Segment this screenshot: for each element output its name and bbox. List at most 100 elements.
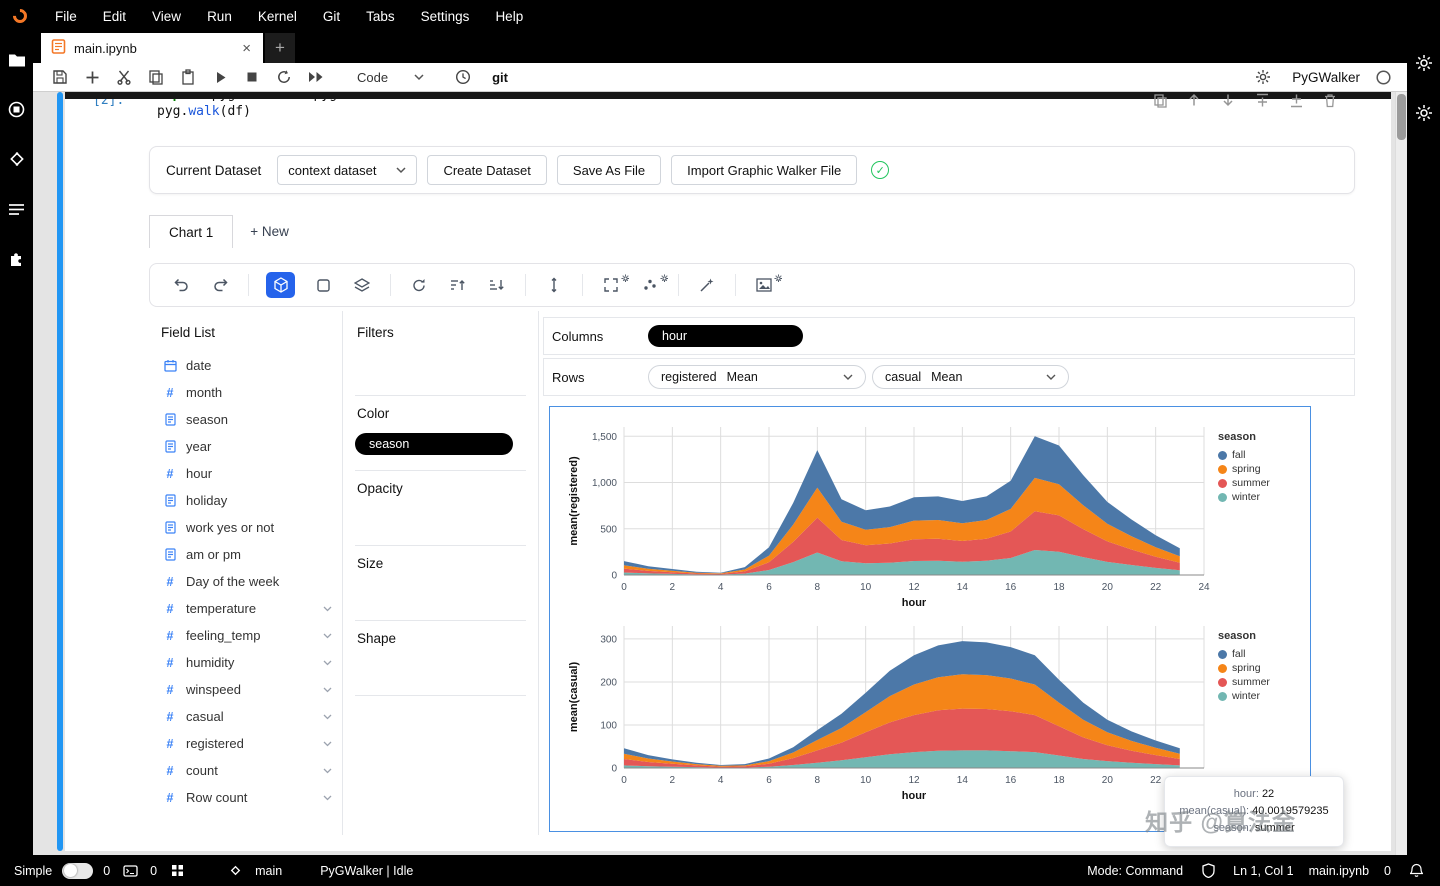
geom-mark-button[interactable] <box>266 272 295 298</box>
mode-indicator[interactable]: Mode: Command <box>1087 864 1183 878</box>
mean-casual-by-hour[interactable]: 0246810121416182022240100200300hourmean(… <box>566 618 1214 808</box>
rows-field-pill-casual[interactable]: casual Mean <box>872 365 1069 389</box>
dataset-select[interactable]: context dataset <box>277 155 418 185</box>
interrupt-kernel-button[interactable] <box>239 65 265 89</box>
menu-help[interactable]: Help <box>482 0 536 33</box>
refresh-button[interactable] <box>408 274 430 296</box>
mean-registered-by-hour[interactable]: 0 2 4 6 8 10 12 14 16 18 20 22 2405001,0001,500hourm… <box>566 419 1214 615</box>
field-date[interactable]: date <box>149 352 342 379</box>
cell-type-select[interactable]: Code <box>351 68 430 87</box>
redo-button[interactable] <box>209 274 231 296</box>
undo-button[interactable] <box>170 274 192 296</box>
field-feeling_temp[interactable]: # feeling_temp <box>149 622 342 649</box>
active-cell-indicator[interactable] <box>57 92 63 851</box>
sort-ascending-button[interactable] <box>447 274 469 296</box>
tab-chart-1[interactable]: Chart 1 <box>149 215 234 248</box>
new-tab-button[interactable]: + <box>265 33 295 63</box>
menu-file[interactable]: File <box>42 0 90 33</box>
table-of-contents-icon[interactable] <box>7 199 27 219</box>
history-clock-icon[interactable] <box>450 65 476 89</box>
field-temperature[interactable]: # temperature <box>149 595 342 622</box>
magic-wand-button[interactable] <box>696 274 718 296</box>
field-hour[interactable]: # hour <box>149 460 342 487</box>
chart-canvas[interactable]: 0 2 4 6 8 10 12 14 16 18 20 22 24 0 500 1,000 1,500 hour m… <box>549 406 1344 847</box>
field-humidity[interactable]: # humidity <box>149 649 342 676</box>
kernel-settings-icon[interactable] <box>1250 65 1276 89</box>
chevron-down-icon[interactable] <box>323 687 332 693</box>
trust-shield-icon[interactable] <box>1198 861 1218 881</box>
color-dropzone[interactable]: season <box>355 431 526 471</box>
rows-field-pill-registered[interactable]: registered Mean <box>648 365 866 389</box>
field-casual[interactable]: # casual <box>149 703 342 730</box>
field-year[interactable]: year <box>149 433 342 460</box>
branch-name[interactable]: main <box>255 864 282 878</box>
field-count[interactable]: # count <box>149 757 342 784</box>
field-winspeed[interactable]: # winspeed <box>149 676 342 703</box>
chevron-down-icon[interactable] <box>323 606 332 612</box>
move-cell-up-button[interactable] <box>1185 92 1203 109</box>
extensions-icon[interactable] <box>7 249 27 269</box>
property-inspector-icon[interactable] <box>1414 53 1434 73</box>
scrollbar-thumb[interactable] <box>1397 94 1406 140</box>
layers-button[interactable] <box>351 274 373 296</box>
create-dataset-button[interactable]: Create Dataset <box>427 155 547 185</box>
copy-cells-button[interactable] <box>143 65 169 89</box>
terminal-icon[interactable] <box>120 861 140 881</box>
menu-kernel[interactable]: Kernel <box>245 0 310 33</box>
columns-field-pill[interactable]: hour <box>648 325 803 347</box>
menu-tabs[interactable]: Tabs <box>353 0 408 33</box>
field-registered[interactable]: # registered <box>149 730 342 757</box>
import-graphic-walker-file-button[interactable]: Import Graphic Walker File <box>671 155 858 185</box>
restart-kernel-button[interactable] <box>271 65 297 89</box>
resize-setting-button[interactable] <box>600 274 629 296</box>
field-holiday[interactable]: holiday <box>149 487 342 514</box>
running-sessions-icon[interactable] <box>7 99 27 119</box>
export-image-button[interactable] <box>753 274 782 296</box>
insert-cell-above-button[interactable] <box>1253 92 1271 109</box>
filters-dropzone[interactable] <box>355 350 526 396</box>
run-cell-button[interactable] <box>207 65 233 89</box>
move-cell-down-button[interactable] <box>1219 92 1237 109</box>
chevron-down-icon[interactable] <box>323 660 332 666</box>
insert-cell-button[interactable] <box>79 65 105 89</box>
file-browser-icon[interactable] <box>7 49 27 69</box>
opacity-dropzone[interactable] <box>355 506 526 546</box>
git-toolbar-label[interactable]: git <box>492 70 508 85</box>
menu-edit[interactable]: Edit <box>90 0 139 33</box>
sort-descending-button[interactable] <box>486 274 508 296</box>
paste-cells-button[interactable] <box>175 65 201 89</box>
menu-git[interactable]: Git <box>310 0 353 33</box>
bell-icon[interactable] <box>1406 861 1426 881</box>
chevron-down-icon[interactable] <box>323 768 332 774</box>
field-am-or-pm[interactable]: am or pm <box>149 541 342 568</box>
menu-run[interactable]: Run <box>194 0 245 33</box>
tab-close-icon[interactable]: × <box>238 40 255 57</box>
transpose-button[interactable] <box>543 274 565 296</box>
kernels-icon[interactable] <box>167 861 187 881</box>
restart-run-all-button[interactable] <box>303 65 329 89</box>
insert-cell-below-button[interactable] <box>1287 92 1305 109</box>
field-row-count[interactable]: # Row count <box>149 784 342 811</box>
tab-main-ipynb[interactable]: main.ipynb × <box>41 33 263 63</box>
duplicate-cell-button[interactable] <box>1151 92 1169 109</box>
chevron-down-icon[interactable] <box>323 633 332 639</box>
chevron-down-icon[interactable] <box>323 741 332 747</box>
chevron-down-icon[interactable] <box>323 795 332 801</box>
chevron-down-icon[interactable] <box>323 714 332 720</box>
cut-cells-button[interactable] <box>111 65 137 89</box>
menu-settings[interactable]: Settings <box>408 0 483 33</box>
mean-casual-by-hour-plot[interactable]: 0246810121416182022240100200300hourmean(… <box>566 618 1214 811</box>
git-branch-icon[interactable] <box>225 861 245 881</box>
chart-config-button[interactable] <box>312 274 334 296</box>
delete-cell-button[interactable] <box>1321 92 1339 109</box>
cursor-position[interactable]: Ln 1, Col 1 <box>1233 864 1293 878</box>
color-field-pill[interactable]: season <box>355 433 513 455</box>
save-as-file-button[interactable]: Save As File <box>556 155 662 185</box>
vertical-scrollbar[interactable] <box>1395 92 1407 855</box>
git-icon[interactable] <box>7 149 27 169</box>
new-chart-button[interactable]: + New <box>233 215 306 248</box>
field-season[interactable]: season <box>149 406 342 433</box>
field-work-yes-or-not[interactable]: work yes or not <box>149 514 342 541</box>
shape-dropzone[interactable] <box>355 656 526 696</box>
menu-view[interactable]: View <box>139 0 194 33</box>
